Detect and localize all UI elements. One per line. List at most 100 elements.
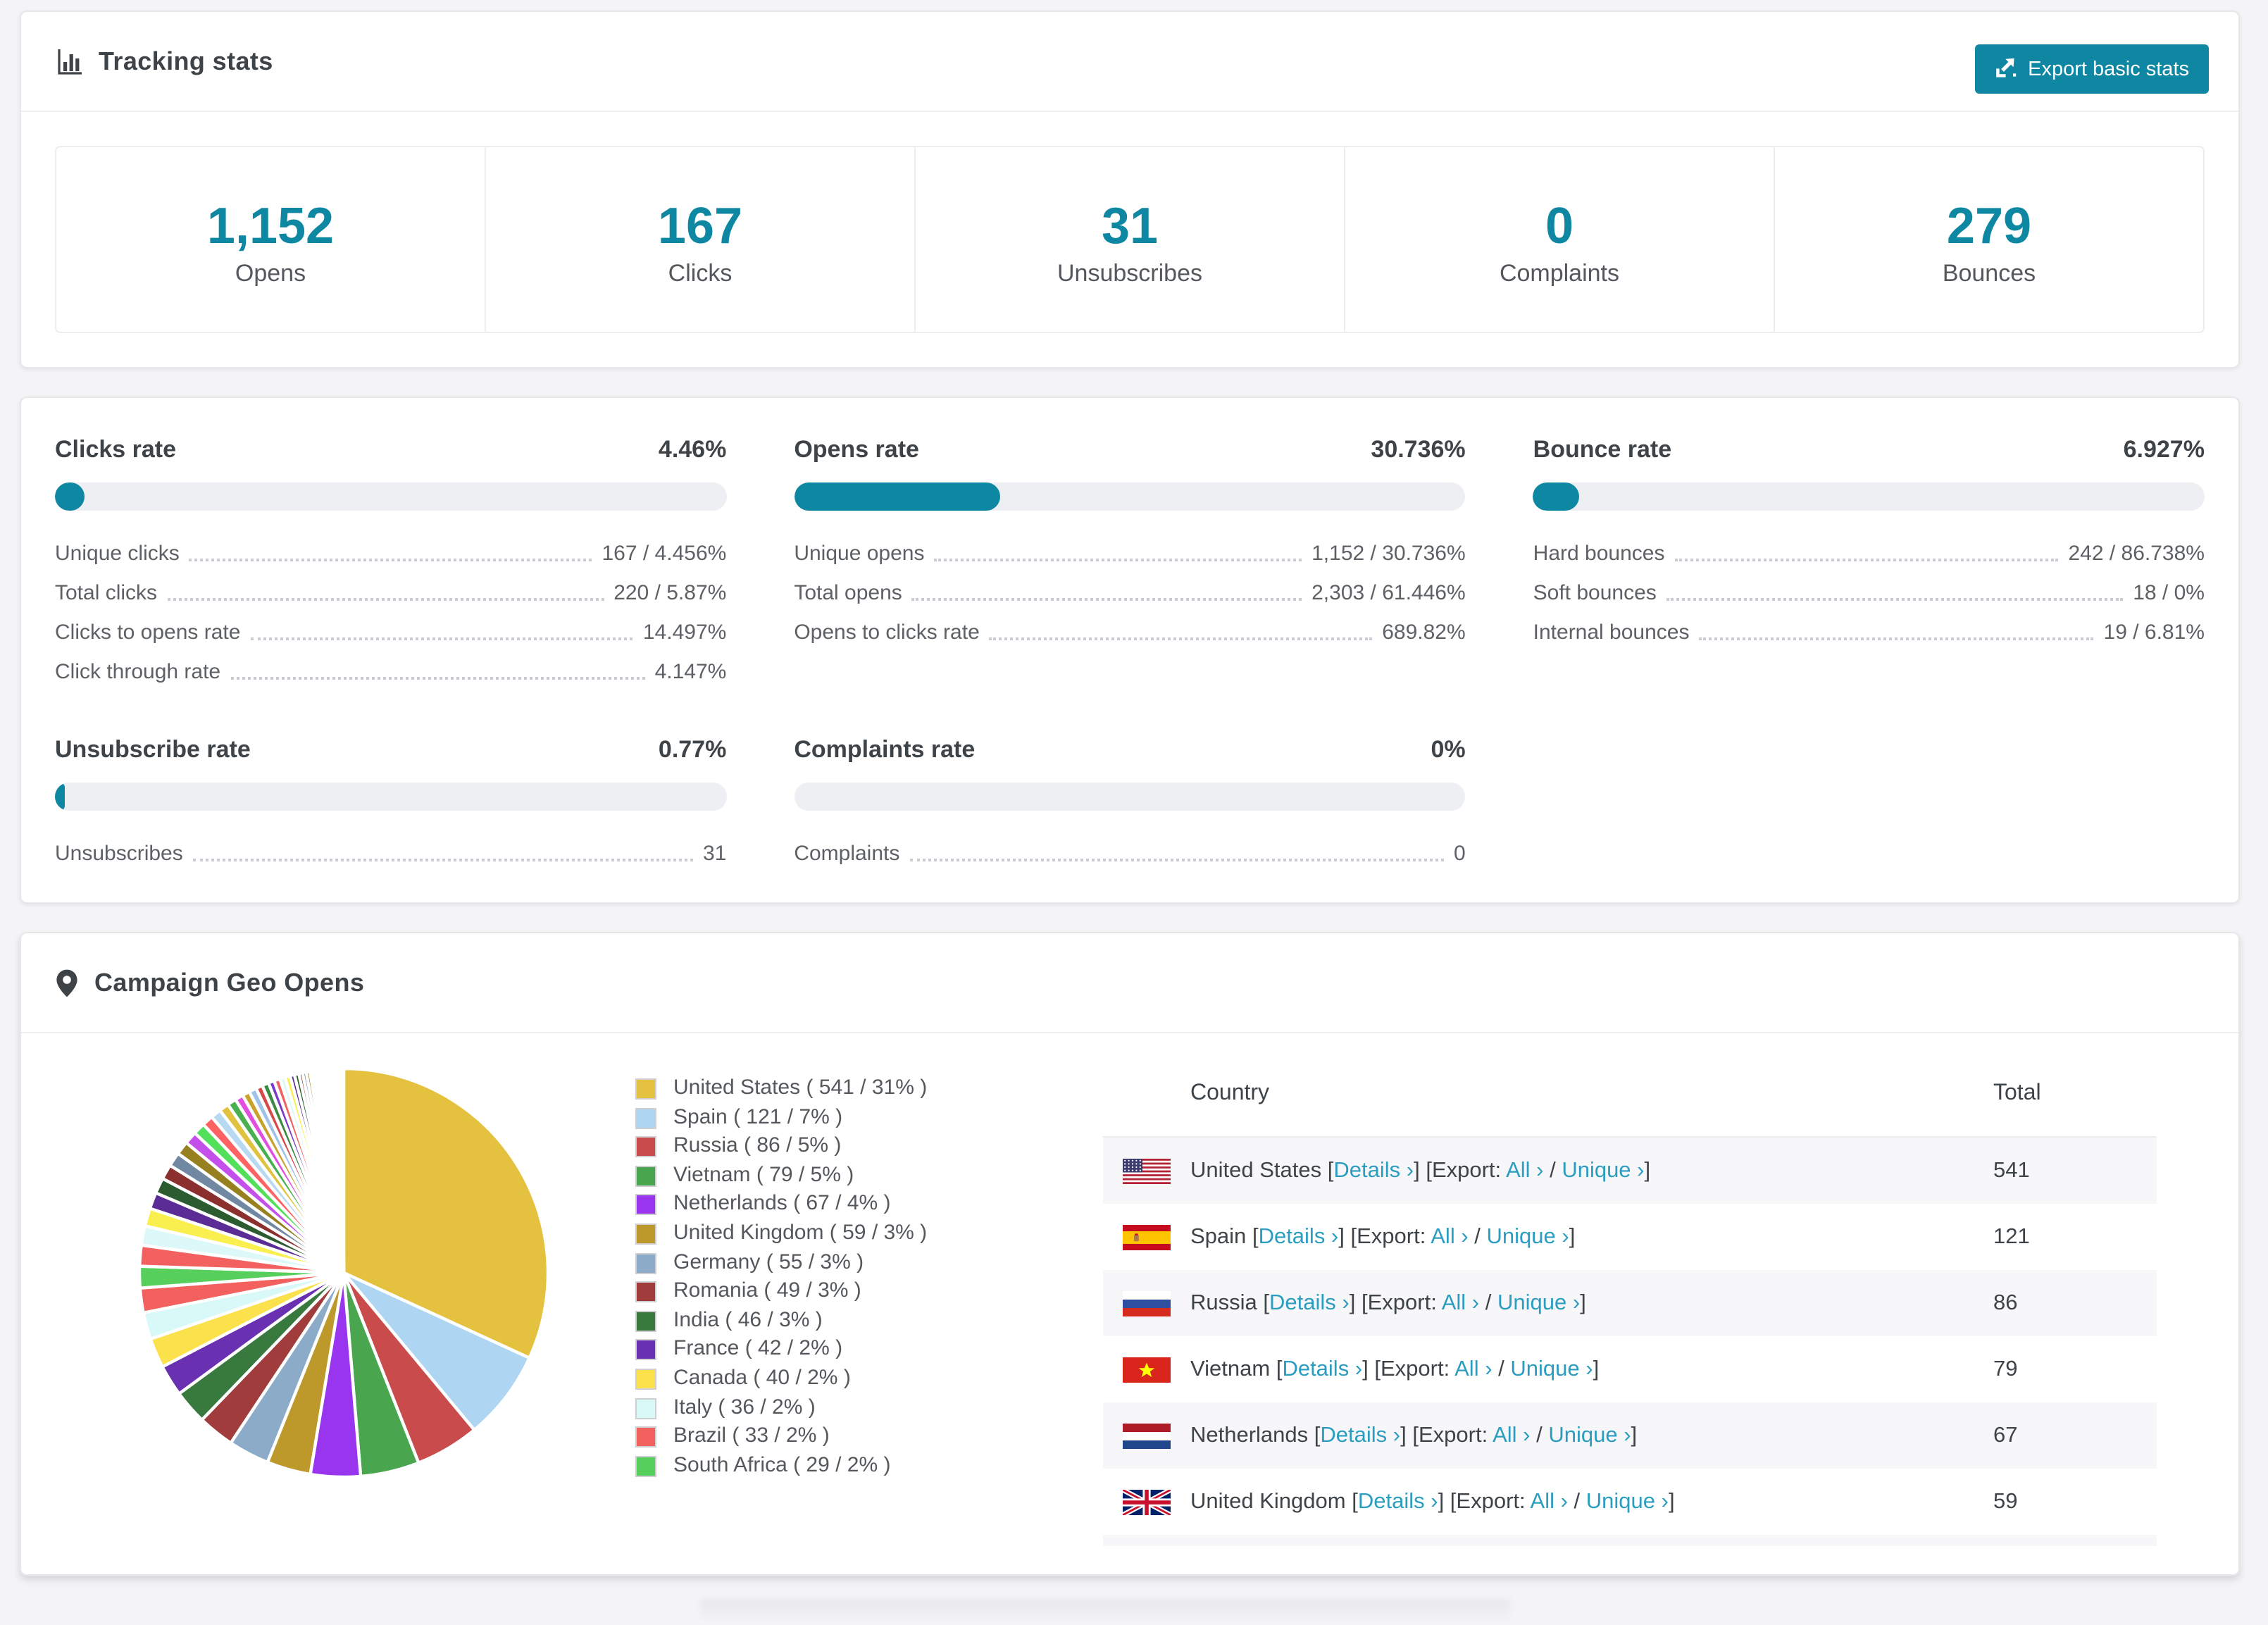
stat-value: 31: [1101, 197, 1159, 254]
legend-item-spain[interactable]: Spain ( 121 / 7% ): [635, 1103, 976, 1132]
legend-label: United States ( 541 / 31% ): [673, 1076, 928, 1100]
rate-value: 0.77%: [658, 736, 727, 763]
detail-value: 4.147%: [654, 660, 727, 684]
rate-block-complaints-rate: Complaints rate 0% Complaints 0: [794, 735, 1466, 868]
details-link[interactable]: Details ›: [1259, 1224, 1339, 1248]
total-cell: 541: [1993, 1158, 2030, 1182]
export-unique-link[interactable]: Unique ›: [1562, 1158, 1644, 1182]
stat-value: 0: [1545, 197, 1574, 254]
total-column-header: Total: [1993, 1081, 2041, 1105]
export-basic-stats-button[interactable]: Export basic stats: [1974, 44, 2209, 94]
dotted-leader: [189, 559, 592, 561]
detail-label: Total opens: [794, 581, 902, 605]
dotted-leader: [1666, 598, 2124, 601]
rate-detail-row: Total opens 2,303 / 61.446%: [794, 578, 1465, 608]
export-all-link[interactable]: All ›: [1493, 1423, 1530, 1447]
legend-item-india[interactable]: India ( 46 / 3% ): [635, 1307, 976, 1336]
dotted-leader: [192, 859, 693, 861]
detail-value: 1,152 / 30.736%: [1311, 542, 1466, 566]
stat-value: 1,152: [206, 197, 335, 254]
bracket: [: [1352, 1489, 1358, 1513]
bracket: ] [: [1438, 1489, 1457, 1513]
details-link[interactable]: Details ›: [1333, 1158, 1414, 1182]
export-label: Export:: [1456, 1489, 1531, 1513]
legend-item-france[interactable]: France ( 42 / 2% ): [635, 1336, 976, 1364]
nl-flag-icon: [1123, 1423, 1190, 1448]
export-all-link[interactable]: All ›: [1454, 1357, 1492, 1381]
legend-item-romania[interactable]: Romania ( 49 / 3% ): [635, 1277, 976, 1306]
details-link[interactable]: Details ›: [1358, 1489, 1438, 1513]
pie-slice-other[interactable]: [341, 1066, 346, 1275]
legend-item-italy[interactable]: Italy ( 36 / 2% ): [635, 1393, 976, 1422]
rate-detail-row: Opens to clicks rate 689.82%: [794, 618, 1465, 647]
bracket: ]: [1668, 1489, 1675, 1513]
map-pin-icon: [55, 968, 79, 997]
legend-label: Canada ( 40 / 2% ): [673, 1365, 851, 1390]
rate-value: 6.927%: [2123, 436, 2205, 463]
country-name: Vietnam: [1190, 1357, 1271, 1381]
legend-swatch: [635, 1194, 656, 1216]
bar-chart-icon: [55, 47, 83, 75]
legend-swatch: [635, 1397, 656, 1419]
legend-item-germany[interactable]: Germany ( 55 / 3% ): [635, 1248, 976, 1277]
tracking-stats-card: Tracking stats Export basic stats 1,152 O…: [20, 11, 2240, 368]
legend-label: France ( 42 / 2% ): [673, 1336, 843, 1361]
legend-label: Italy ( 36 / 2% ): [673, 1395, 816, 1419]
country-cell: Russia [Details ›] [Export: All › / Uniq…: [1190, 1290, 1586, 1316]
detail-value: 242 / 86.738%: [2068, 542, 2205, 566]
geo-opens-content: United States ( 541 / 31% ) Spain ( 121 /…: [21, 1033, 2238, 1574]
details-link[interactable]: Details ›: [1269, 1290, 1350, 1314]
rate-progress-bar: [55, 482, 727, 511]
export-all-link[interactable]: All ›: [1442, 1290, 1479, 1314]
summary-stat-complaints: 0 Complaints: [1344, 147, 1774, 332]
geo-opens-card: Campaign Geo Opens United States ( 541 /…: [20, 932, 2240, 1576]
slash: /: [1479, 1290, 1497, 1314]
legend-item-south-africa[interactable]: South Africa ( 29 / 2% ): [635, 1451, 976, 1480]
slash: /: [1492, 1357, 1511, 1381]
export-unique-link[interactable]: Unique ›: [1510, 1357, 1593, 1381]
country-cell: Vietnam [Details ›] [Export: All › / Uni…: [1190, 1357, 1599, 1382]
detail-value: 18 / 0%: [2133, 581, 2205, 605]
summary-stat-opens: 1,152 Opens: [56, 147, 485, 332]
rate-progress-fill: [55, 783, 65, 811]
country-cell: United States [Details ›] [Export: All ›…: [1190, 1158, 1650, 1183]
legend-label: United Kingdom ( 59 / 3% ): [673, 1220, 928, 1245]
export-all-link[interactable]: All ›: [1531, 1489, 1568, 1513]
export-unique-link[interactable]: Unique ›: [1548, 1423, 1631, 1447]
geo-opens-title: Campaign Geo Opens: [94, 968, 365, 996]
geo-table-row-united-states: United States [Details ›] [Export: All ›…: [1103, 1138, 2157, 1204]
pie-legend: United States ( 541 / 31% ) Spain ( 121 /…: [635, 1074, 976, 1574]
summary-stat-unsubscribes: 31 Unsubscribes: [914, 147, 1344, 332]
us-flag-icon: [1123, 1158, 1190, 1183]
country-name: Russia: [1190, 1290, 1257, 1314]
stat-label: Complaints: [1499, 260, 1620, 287]
page-bottom-shadow: [700, 1600, 1510, 1622]
geo-table-body: United States [Details ›] [Export: All ›…: [1103, 1138, 2157, 1574]
detail-label: Hard bounces: [1533, 542, 1665, 566]
legend-item-united-states[interactable]: United States ( 541 / 31% ): [635, 1074, 976, 1103]
legend-item-russia[interactable]: Russia ( 86 / 5% ): [635, 1132, 976, 1161]
details-link[interactable]: Details ›: [1320, 1423, 1400, 1447]
export-unique-link[interactable]: Unique ›: [1497, 1290, 1580, 1314]
legend-item-united-kingdom[interactable]: United Kingdom ( 59 / 3% ): [635, 1219, 976, 1248]
export-unique-link[interactable]: Unique ›: [1586, 1489, 1669, 1513]
stat-label: Bounces: [1942, 260, 2036, 287]
legend-item-canada[interactable]: Canada ( 40 / 2% ): [635, 1364, 976, 1393]
export-unique-link[interactable]: Unique ›: [1487, 1224, 1569, 1248]
details-link[interactable]: Details ›: [1282, 1357, 1362, 1381]
export-all-link[interactable]: All ›: [1431, 1224, 1468, 1248]
legend-item-netherlands[interactable]: Netherlands ( 67 / 4% ): [635, 1190, 976, 1219]
country-cell: Spain [Details ›] [Export: All › / Uniqu…: [1190, 1224, 1575, 1250]
legend-item-brazil[interactable]: Brazil ( 33 / 2% ): [635, 1422, 976, 1451]
rate-detail-row: Hard bounces 242 / 86.738%: [1533, 539, 2205, 568]
export-arrow-icon: [1994, 55, 2017, 83]
legend-swatch: [635, 1281, 656, 1303]
legend-item-vietnam[interactable]: Vietnam ( 79 / 5% ): [635, 1162, 976, 1190]
slash: /: [1567, 1489, 1586, 1513]
bracket: ] [: [1362, 1357, 1381, 1381]
export-all-link[interactable]: All ›: [1506, 1158, 1543, 1182]
dotted-leader: [909, 859, 1444, 861]
country-name: Spain: [1190, 1224, 1247, 1248]
legend-swatch: [635, 1223, 656, 1245]
rate-detail-row: Complaints 0: [794, 839, 1465, 868]
